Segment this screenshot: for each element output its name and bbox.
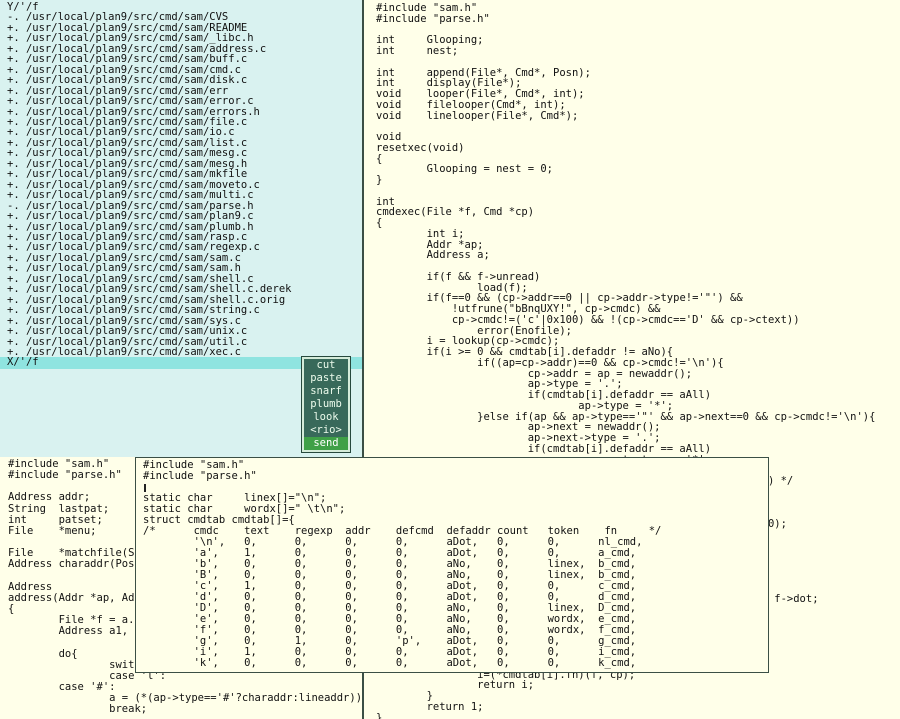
menu-item-cut[interactable]: cut	[304, 359, 348, 372]
cmd-c-text[interactable]: #include "sam.h" #include "parse.h" stat…	[136, 458, 768, 669]
rio-context-menu: cut paste snarf plumb look <rio> send	[302, 357, 350, 452]
file-list-text[interactable]: -. /usr/local/plan9/src/cmd/sam/CVS +. /…	[0, 12, 362, 357]
menu-item-look[interactable]: look	[304, 411, 348, 424]
menu-item-send[interactable]: send	[304, 437, 348, 450]
text-caret	[144, 484, 146, 492]
menu-item-paste[interactable]: paste	[304, 372, 348, 385]
cmd-c-overlay-window: #include "sam.h" #include "parse.h" stat…	[135, 457, 769, 673]
menu-item-snarf[interactable]: snarf	[304, 385, 348, 398]
plan9-sam-desktop: Y/'/f -. /usr/local/plan9/src/cmd/sam/CV…	[0, 0, 900, 719]
menu-item-plumb[interactable]: plumb	[304, 398, 348, 411]
menu-item-rio[interactable]: <rio>	[304, 424, 348, 437]
